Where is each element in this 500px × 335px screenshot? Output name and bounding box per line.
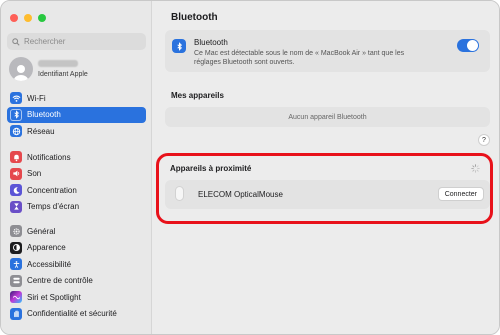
bluetooth-label: Bluetooth <box>194 38 228 47</box>
no-devices-text: Aucun appareil Bluetooth <box>288 113 367 121</box>
sidebar-item-sound[interactable]: Son <box>7 166 146 183</box>
sidebar-group-network: Wi-Fi Bluetooth Réseau <box>7 90 146 140</box>
page-title: Bluetooth <box>171 12 218 23</box>
bluetooth-description: Ce Mac est détectable sous le nom de « M… <box>194 50 405 66</box>
sidebar-item-wifi[interactable]: Wi-Fi <box>7 90 146 107</box>
sidebar-item-screen-time[interactable]: Temps d’écran <box>7 199 146 216</box>
bluetooth-card: Bluetooth Ce Mac est détectable sous le … <box>165 30 490 72</box>
person-icon <box>14 65 28 81</box>
connect-button[interactable]: Connecter <box>437 187 484 201</box>
nearby-devices-title: Appareils à proximité <box>170 164 252 173</box>
sidebar-group-notifications: Notifications Son Concentration Temps d’… <box>7 149 146 215</box>
hourglass-icon <box>10 200 22 213</box>
loading-spinner-icon <box>471 164 480 173</box>
sidebar-item-label: Confidentialité et sécurité <box>27 309 117 319</box>
control-center-icon <box>10 274 22 287</box>
sidebar-item-focus[interactable]: Concentration <box>7 182 146 199</box>
sidebar-item-label: Son <box>27 169 42 179</box>
sidebar-item-label: Accessibilité <box>27 259 72 269</box>
sidebar-item-label: Apparence <box>27 243 66 253</box>
help-button[interactable]: ? <box>478 134 490 146</box>
settings-window: Rechercher Identifiant Apple Wi-Fi Bluet… <box>0 0 500 335</box>
minimize-window-button[interactable] <box>24 14 32 22</box>
sidebar-item-control-center[interactable]: Centre de contrôle <box>7 273 146 290</box>
moon-icon <box>10 184 22 197</box>
siri-icon <box>10 291 22 304</box>
account-name-redacted <box>38 60 78 67</box>
sidebar: Rechercher Identifiant Apple Wi-Fi Bluet… <box>1 1 152 334</box>
bluetooth-icon <box>172 39 186 53</box>
sidebar-item-label: Concentration <box>27 185 77 195</box>
device-name: ELECOM OpticalMouse <box>198 190 283 199</box>
my-devices-title: Mes appareils <box>171 91 224 100</box>
zoom-window-button[interactable] <box>38 14 46 22</box>
account-subtitle: Identifiant Apple <box>38 71 88 78</box>
sidebar-item-privacy-security[interactable]: Confidentialité et sécurité <box>7 306 146 323</box>
window-controls <box>10 14 46 22</box>
sidebar-item-label: Notifications <box>27 152 71 162</box>
sidebar-item-siri-spotlight[interactable]: Siri et Spotlight <box>7 289 146 306</box>
list-item: ELECOM OpticalMouse Connecter <box>165 180 490 209</box>
bluetooth-toggle[interactable] <box>457 39 479 52</box>
search-field[interactable]: Rechercher <box>7 33 146 50</box>
search-icon <box>12 37 20 46</box>
sidebar-item-label: Bluetooth <box>27 110 61 120</box>
close-window-button[interactable] <box>10 14 18 22</box>
my-devices-list: Aucun appareil Bluetooth <box>165 107 490 127</box>
sidebar-group-general: Général Apparence Accessibilité Centre d… <box>7 223 146 322</box>
sidebar-item-notifications[interactable]: Notifications <box>7 149 146 166</box>
wifi-icon <box>10 92 22 105</box>
mouse-icon <box>175 186 184 201</box>
sidebar-item-label: Réseau <box>27 126 55 136</box>
sidebar-item-accessibility[interactable]: Accessibilité <box>7 256 146 273</box>
bluetooth-icon <box>10 108 22 121</box>
globe-icon <box>10 125 22 138</box>
sidebar-item-label: Centre de contrôle <box>27 276 93 286</box>
sidebar-item-label: Temps d’écran <box>27 202 80 212</box>
avatar <box>9 57 33 81</box>
sidebar-item-network[interactable]: Réseau <box>7 123 146 140</box>
search-placeholder: Rechercher <box>24 37 66 46</box>
bell-icon <box>10 151 22 164</box>
sidebar-item-bluetooth[interactable]: Bluetooth <box>7 106 146 123</box>
apple-id-account[interactable]: Identifiant Apple <box>9 57 88 81</box>
main-content: Bluetooth Bluetooth Ce Mac est détectabl… <box>153 1 499 334</box>
appearance-icon <box>10 241 22 254</box>
sidebar-item-appearance[interactable]: Apparence <box>7 240 146 257</box>
sidebar-item-general[interactable]: Général <box>7 223 146 240</box>
hand-icon <box>10 307 22 320</box>
sidebar-item-label: Général <box>27 226 56 236</box>
gear-icon <box>10 225 22 238</box>
accessibility-icon <box>10 258 22 271</box>
speaker-icon <box>10 167 22 180</box>
sidebar-item-label: Wi-Fi <box>27 93 46 103</box>
sidebar-item-label: Siri et Spotlight <box>27 292 81 302</box>
